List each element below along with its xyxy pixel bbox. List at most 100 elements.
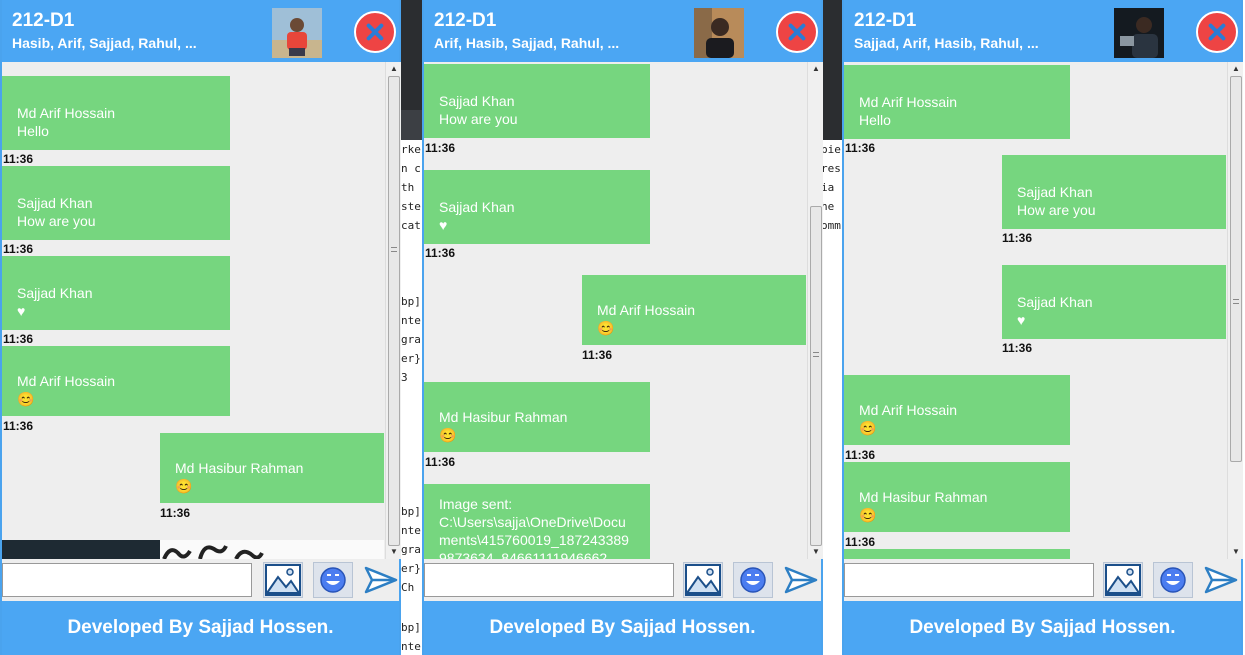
message-time: 11:36 [425,455,456,469]
photo-icon [1105,564,1141,596]
message-time: 11:36 [3,419,34,433]
group-members: Sajjad, Arif, Hasib, Rahul, ... [854,35,1039,51]
message-time: 11:36 [1002,341,1033,355]
message-input[interactable] [844,563,1094,597]
message-sender: Sajjad Khan [1017,184,1093,200]
send-button[interactable] [1202,562,1240,598]
message-bubble: Sajjad Khan How are you [1002,155,1226,229]
chat-window-2: 212-D1 Arif, Hasib, Sajjad, Rahul, ... S… [422,0,823,655]
message-bubble: Md Hasibur Rahman 😊 [424,382,650,452]
emoji-button[interactable] [313,562,353,598]
message-sender: Md Arif Hossain [859,402,958,418]
scroll-thumb[interactable] [1230,76,1242,462]
group-members: Arif, Hasib, Sajjad, Rahul, ... [434,35,620,51]
chat-window-1: 212-D1 Hasib, Arif, Sajjad, Rahul, ... M… [0,0,401,655]
message-sender: Image sent: [439,496,513,512]
message-bubble: Sajjad Khan ♥ [2,256,230,330]
emoji-icon [740,567,766,593]
background-editor-strip-1: rke n c th ste cat bp] nte gra er} 3 bp] nte gra… [401,0,423,655]
message-bubble: Sajjad Khan ♥ [424,170,650,244]
message-time: 11:36 [425,246,456,260]
send-icon [364,566,398,594]
message-body: 😊 [175,478,193,494]
message-sender: Sajjad Khan [17,285,93,301]
emoji-icon [1160,567,1186,593]
message-body: 😊 [859,420,877,436]
message-time: 11:36 [3,242,34,256]
scroll-up-icon[interactable]: ▲ [1230,64,1242,74]
window-header: 212-D1 Sajjad, Arif, Hasib, Rahul, ... [844,0,1241,62]
photo-button[interactable] [683,562,723,598]
message-bubble: Md Hasibur Rahman 😊 [844,462,1070,532]
message-body: 😊 [439,427,457,443]
emoji-icon [320,567,346,593]
avatar [694,8,744,58]
message-time: 11:36 [582,348,613,362]
message-time: 11:36 [845,141,876,155]
message-body: How are you [1017,202,1096,218]
chat-scrollbar[interactable]: ▲ ▼ [807,62,823,559]
message-sender: Md Arif Hossain [17,105,116,121]
chat-window-3: 212-D1 Sajjad, Arif, Hasib, Rahul, ... M… [842,0,1243,655]
message-body: ♥ [17,303,26,319]
message-input[interactable] [2,563,252,597]
footer-credit: Developed By Sajjad Hossen. [2,601,399,655]
scroll-up-icon[interactable]: ▲ [388,64,400,74]
emoji-button[interactable] [733,562,773,598]
send-button[interactable] [782,562,820,598]
message-time: 11:36 [1002,231,1033,245]
message-sender: Sajjad Khan [17,195,93,211]
message-time: 11:36 [845,535,876,549]
send-button[interactable] [362,562,400,598]
message-body: Hello [859,112,891,128]
message-bubble: Md Arif Hossain 😊 [844,375,1070,445]
message-sender: Md Arif Hossain [17,373,116,389]
message-bubble: Md Arif Hossain 😊 [582,275,806,345]
message-sender: Md Hasibur Rahman [859,489,988,505]
emoji-button[interactable] [1153,562,1193,598]
photo-button[interactable] [263,562,303,598]
close-icon[interactable] [354,11,396,53]
message-body: 😊 [597,320,615,336]
message-sender: Sajjad Khan [439,93,515,109]
message-bubble: Image sent: C:\Users\sajja\OneDrive\Docu… [424,484,650,559]
photo-icon [265,564,301,596]
chat-scrollbar[interactable]: ▲ ▼ [385,62,401,559]
close-icon[interactable] [1196,11,1238,53]
message-sender: Sajjad Khan [1017,294,1093,310]
scroll-thumb[interactable] [388,76,400,546]
scroll-down-icon[interactable]: ▼ [1230,547,1242,557]
message-sender: Md Arif Hossain [597,302,696,318]
close-icon[interactable] [776,11,818,53]
group-members: Hasib, Arif, Sajjad, Rahul, ... [12,35,197,51]
send-icon [1204,566,1238,594]
footer-credit: Developed By Sajjad Hossen. [424,601,821,655]
message-sender: Md Arif Hossain [859,94,958,110]
footer-credit: Developed By Sajjad Hossen. [844,601,1241,655]
message-body: Hello [17,123,49,139]
message-bubble: Sajjad Khan How are you [424,64,650,138]
scroll-thumb[interactable] [810,206,822,546]
message-body: 😊 [859,507,877,523]
scroll-down-icon[interactable]: ▼ [388,547,400,557]
scroll-grip-icon [813,352,819,357]
group-title: 212-D1 [434,10,497,31]
scroll-down-icon[interactable]: ▼ [810,547,822,557]
message-body: C:\Users\sajja\OneDrive\Documents\415760… [439,514,629,559]
message-time: 11:36 [3,152,34,166]
input-bar [2,559,399,601]
chat-scrollbar[interactable]: ▲ ▼ [1227,62,1243,559]
photo-button[interactable] [1103,562,1143,598]
message-bubble: Md Arif Hossain Hello [2,76,230,150]
message-body: 😊 [17,391,35,407]
photo-icon [685,564,721,596]
message-list: Sajjad Khan How are you 11:36 Sajjad Kha… [424,62,806,559]
message-sender: Md Hasibur Rahman [439,409,568,425]
message-body: ♥ [439,217,448,233]
avatar [272,8,322,58]
image-preview [2,540,160,559]
send-icon [784,566,818,594]
message-bubble: Md Hasibur Rahman 😊 [160,433,384,503]
scroll-up-icon[interactable]: ▲ [810,64,822,74]
message-input[interactable] [424,563,674,597]
